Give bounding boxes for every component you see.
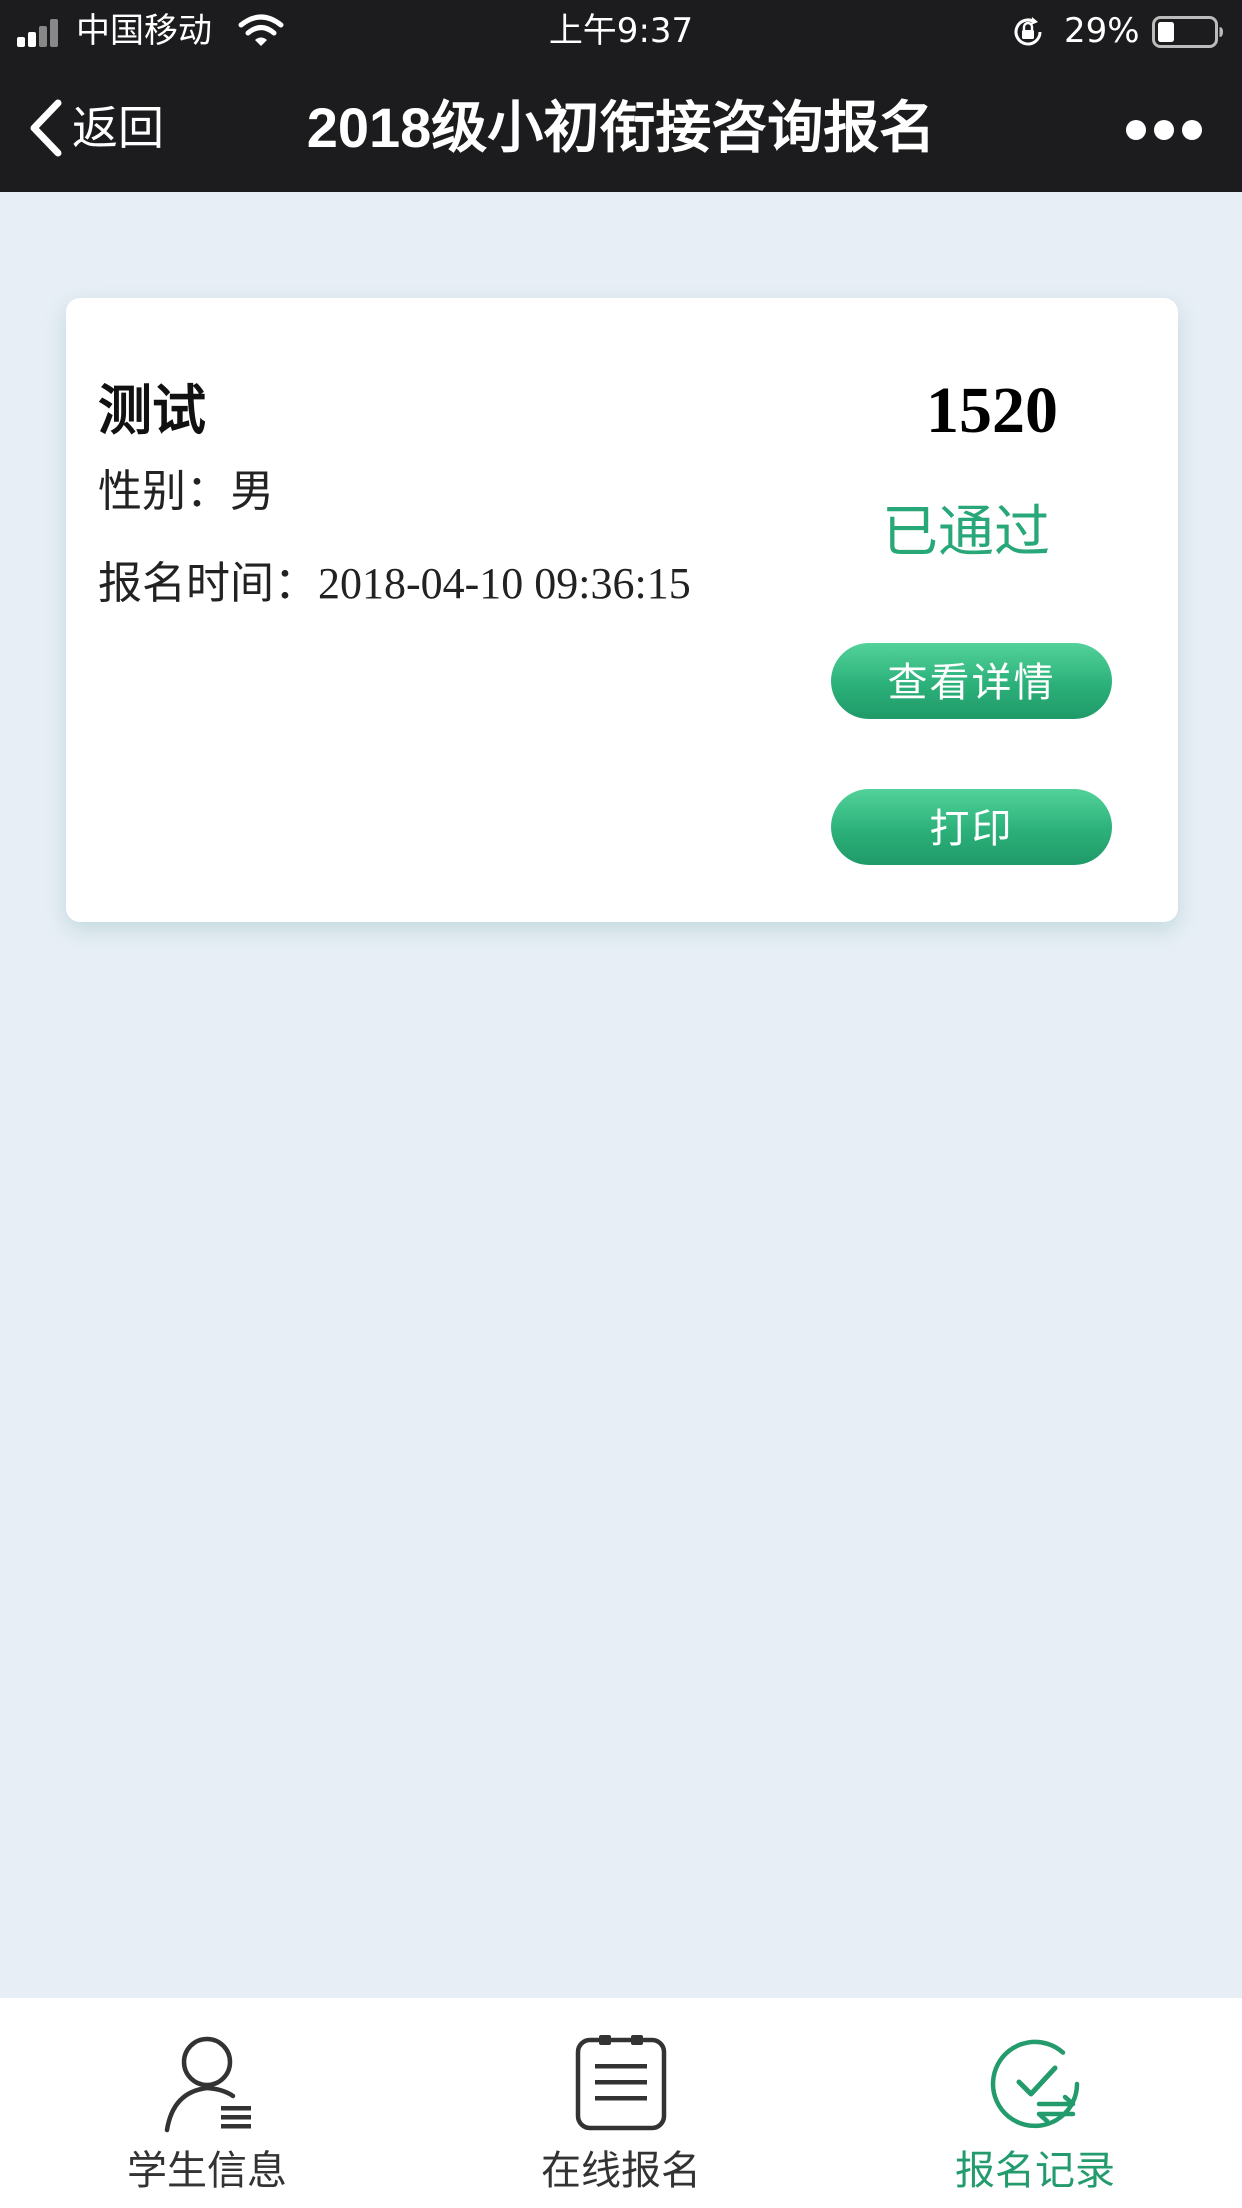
back-button[interactable]: 返回 [24,88,164,168]
student-name: 测试 [98,379,206,442]
user-icon [164,2036,251,2133]
status-bar: 中国移动 上午9:37 29% [0,0,1242,64]
tab-label-registration-records: 报名记录 [955,2148,1115,2194]
more-options-button[interactable] [1126,118,1202,142]
tab-online-registration[interactable]: 在线报名 [414,1998,828,2208]
tab-label-online-registration: 在线报名 [541,2148,701,2194]
check-record-icon [990,2039,1080,2129]
registration-time-label: 报名时间： [98,558,318,609]
chevron-left-icon [30,99,62,157]
page-title: 2018级小初衔接咨询报名 [306,96,936,159]
bottom-tab-bar: 学生信息 在线报名 报名记录 [0,1998,1242,2208]
rotation-lock-icon [1014,17,1042,46]
tab-student-info[interactable]: 学生信息 [0,1998,414,2208]
registration-time-value: 2018-04-10 09:36:15 [318,559,691,608]
battery-icon [1152,16,1223,48]
tab-registration-records[interactable]: 报名记录 [828,1998,1242,2208]
clipboard-icon [575,2035,667,2131]
registration-number: 1520 [926,374,1058,447]
status-time: 上午9:37 [548,11,694,51]
gender-row: 性别：男 [98,462,274,522]
more-dots-icon [1126,120,1146,140]
registration-time-row: 报名时间：2018-04-10 09:36:15 [98,554,691,614]
registration-record-card: 测试 1520 性别：男 报名时间：2018-04-10 09:36:15 已通… [66,298,1178,922]
print-button[interactable]: 打印 [831,789,1112,865]
back-label: 返回 [72,101,164,155]
tab-label-student-info: 学生信息 [127,2148,287,2194]
gender-value: 男 [230,466,274,517]
battery-percent: 29% [1064,11,1140,51]
approval-status: 已通过 [882,500,1050,565]
nav-bar: 返回 2018级小初衔接咨询报名 [0,64,1242,192]
view-details-button[interactable]: 查看详情 [831,643,1112,719]
gender-label: 性别： [98,466,230,517]
